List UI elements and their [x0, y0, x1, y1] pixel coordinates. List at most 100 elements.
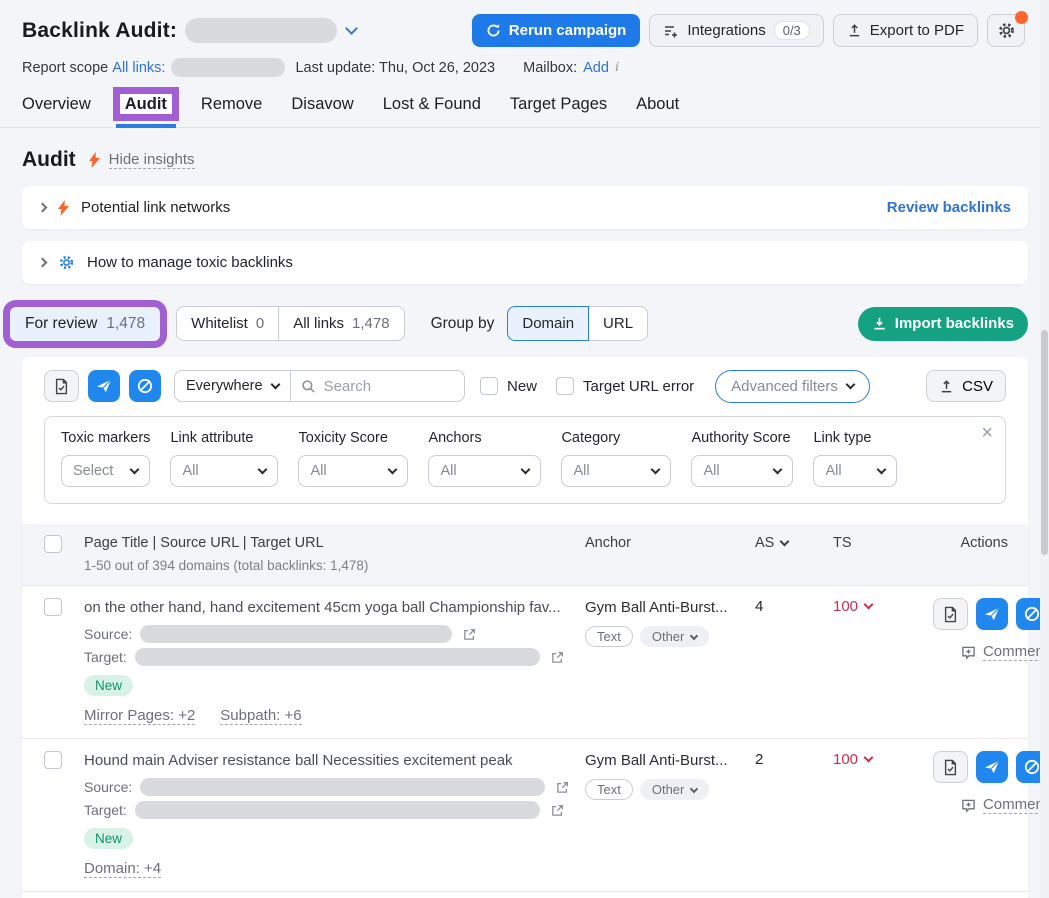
external-link-icon[interactable]: [551, 804, 564, 817]
search-scope-select[interactable]: Everywhere: [175, 371, 291, 401]
redacted-source-url: [140, 778, 545, 796]
authority-score-select[interactable]: All: [691, 455, 793, 487]
chevron-down-icon: [845, 379, 855, 389]
table-row: on the other hand, hand excitement 45cm …: [22, 585, 1028, 738]
table-toolbar: Everywhere New Target URL error Advanced…: [44, 370, 1006, 402]
external-link-icon[interactable]: [556, 781, 569, 794]
column-header-anchor: Anchor: [585, 535, 755, 551]
search-input[interactable]: [324, 378, 444, 395]
export-csv-button[interactable]: CSV: [926, 370, 1006, 402]
toxicity-score-value[interactable]: 100: [833, 751, 933, 768]
target-url-error-checkbox[interactable]: Target URL error: [556, 377, 694, 395]
tab-about[interactable]: About: [636, 95, 679, 114]
scrollbar-thumb[interactable]: [1041, 330, 1048, 555]
hide-insights-link[interactable]: Hide insights: [109, 151, 195, 169]
anchors-select[interactable]: All: [428, 455, 541, 487]
group-by-url-button[interactable]: URL: [589, 306, 648, 341]
report-nav-tabs: Overview Audit Remove Disavow Lost & Fou…: [0, 77, 1049, 128]
review-backlinks-link[interactable]: Review backlinks: [887, 199, 1011, 216]
close-icon[interactable]: ×: [981, 423, 993, 443]
upload-icon: [847, 23, 862, 38]
tab-lost-and-found[interactable]: Lost & Found: [383, 95, 481, 114]
external-link-icon[interactable]: [463, 628, 476, 641]
panel-title: How to manage toxic backlinks: [87, 254, 293, 271]
group-by-domain-button[interactable]: Domain: [507, 306, 589, 341]
tab-for-review[interactable]: For review 1,478: [10, 307, 160, 341]
checkbox[interactable]: [480, 377, 498, 395]
toxicity-score-select[interactable]: All: [298, 455, 408, 487]
whitelist-count: 0: [256, 315, 264, 332]
link-type-select[interactable]: All: [813, 455, 897, 487]
report-scope-link[interactable]: All links:: [112, 60, 165, 76]
anchor-category-dropdown[interactable]: Other: [640, 779, 710, 800]
import-backlinks-button[interactable]: Import backlinks: [858, 307, 1028, 341]
lightning-icon: [58, 200, 69, 216]
external-link-icon[interactable]: [551, 651, 564, 664]
mirror-pages-link[interactable]: Mirror Pages: +2: [84, 707, 195, 725]
remove-row-button[interactable]: [976, 598, 1008, 630]
column-header-as[interactable]: AS: [755, 535, 833, 551]
filter-label-category: Category: [561, 430, 671, 446]
domain-link[interactable]: Domain: +4: [84, 860, 161, 878]
filter-label-authority-score: Authority Score: [691, 430, 793, 446]
anchor-category-dropdown[interactable]: Other: [640, 626, 710, 647]
advanced-filters-button[interactable]: Advanced filters: [715, 370, 870, 403]
comment-plus-icon: [961, 798, 976, 813]
new-badge: New: [84, 828, 133, 849]
whitelist-row-button[interactable]: [933, 751, 968, 783]
panel-potential-link-networks[interactable]: Potential link networks Review backlinks: [22, 186, 1028, 229]
mailbox-add-link[interactable]: Add: [583, 60, 609, 76]
comment-link[interactable]: Comment: [961, 796, 1048, 814]
toxicity-score-value[interactable]: 100: [833, 598, 933, 615]
chevron-down-icon: [864, 753, 874, 763]
new-filter-checkbox[interactable]: New: [480, 377, 537, 395]
chevron-down-icon[interactable]: [345, 22, 358, 35]
link-attribute-select[interactable]: All: [170, 455, 278, 487]
group-by-label: Group by: [431, 315, 495, 333]
chevron-down-icon: [780, 536, 790, 546]
backlink-page-title[interactable]: Hound main Adviser resistance ball Neces…: [84, 751, 585, 771]
backlink-audit-page: Backlink Audit: Rerun campaign Integrati…: [0, 0, 1049, 898]
info-icon: i: [615, 60, 619, 76]
subpath-link[interactable]: Subpath: +6: [220, 707, 301, 725]
tab-overview[interactable]: Overview: [22, 95, 91, 114]
chevron-down-icon: [690, 784, 698, 792]
tab-whitelist[interactable]: Whitelist 0: [177, 307, 278, 340]
scrollbar-track[interactable]: [1040, 0, 1049, 898]
chevron-right-icon[interactable]: [38, 258, 48, 268]
tab-all-links[interactable]: All links 1,478: [278, 307, 403, 340]
chevron-right-icon[interactable]: [38, 203, 48, 213]
tab-remove[interactable]: Remove: [201, 95, 262, 114]
comment-link[interactable]: Comment: [961, 643, 1048, 661]
row-checkbox[interactable]: [44, 751, 62, 769]
page-title: Backlink Audit:: [22, 19, 177, 43]
settings-button[interactable]: [987, 14, 1025, 47]
backlink-page-title[interactable]: on the other hand, hand excitement 45cm …: [84, 598, 585, 618]
move-to-remove-list-button[interactable]: [88, 370, 120, 402]
category-select[interactable]: All: [561, 455, 671, 487]
row-checkbox[interactable]: [44, 598, 62, 616]
toxic-markers-select[interactable]: Select: [61, 455, 150, 487]
checkbox[interactable]: [556, 377, 574, 395]
whitelist-row-button[interactable]: [933, 598, 968, 630]
chevron-down-icon: [521, 464, 531, 474]
move-to-whitelist-button[interactable]: [44, 370, 79, 402]
authority-score-value: 2: [755, 751, 833, 768]
panel-how-to-manage-toxic-backlinks[interactable]: How to manage toxic backlinks: [22, 241, 1028, 284]
remove-row-button[interactable]: [976, 751, 1008, 783]
anchor-type-tag: Text: [585, 626, 633, 647]
select-all-checkbox[interactable]: [44, 535, 62, 553]
export-to-pdf-button[interactable]: Export to PDF: [833, 14, 978, 47]
paper-plane-icon: [96, 378, 112, 394]
move-to-disavow-list-button[interactable]: [129, 370, 161, 402]
integrations-button[interactable]: Integrations 0/3: [649, 14, 823, 47]
chevron-down-icon: [773, 464, 783, 474]
all-links-count: 1,478: [352, 315, 390, 332]
tab-audit[interactable]: Audit: [120, 95, 172, 114]
tab-disavow[interactable]: Disavow: [291, 95, 353, 114]
anchor-text: Gym Ball Anti-Burst...: [585, 598, 755, 618]
rerun-campaign-button[interactable]: Rerun campaign: [472, 14, 641, 47]
tab-target-pages[interactable]: Target Pages: [510, 95, 607, 114]
chevron-down-icon: [270, 379, 280, 389]
filter-label-link-type: Link type: [813, 430, 897, 446]
